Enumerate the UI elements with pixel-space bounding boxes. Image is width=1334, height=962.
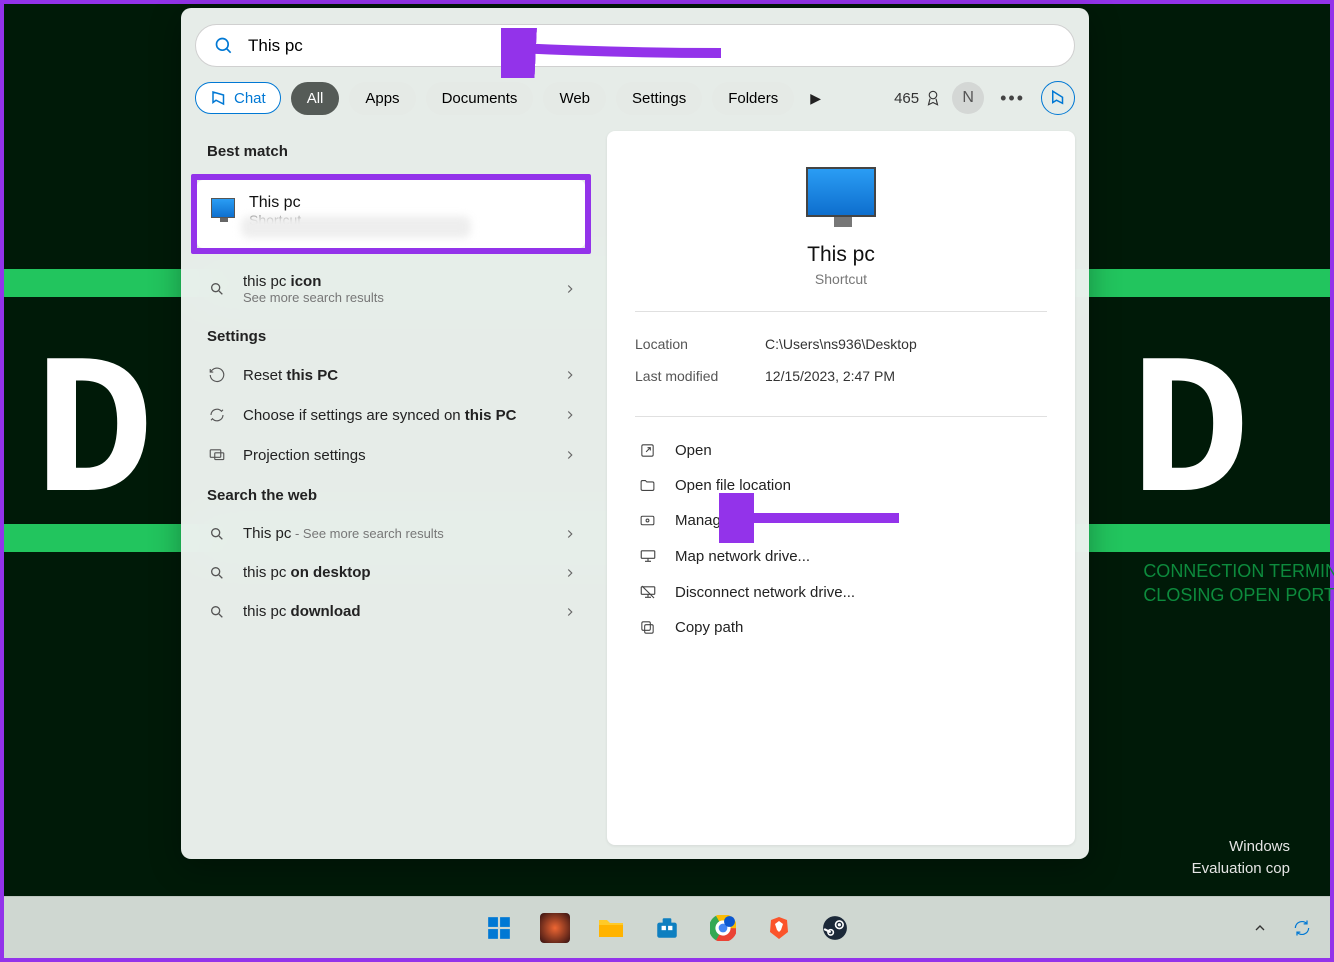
scroll-filters-icon[interactable]: ▶ — [804, 90, 827, 107]
result-this-pc-icon[interactable]: this pc icon See more search results — [193, 262, 591, 316]
action-open-location[interactable]: Open file location — [635, 468, 1047, 503]
filter-settings[interactable]: Settings — [616, 82, 702, 115]
search-icon — [209, 604, 225, 620]
search-icon — [214, 36, 234, 56]
search-bar[interactable] — [195, 24, 1075, 67]
bg-terminal-text: CONNECTION TERMINA CLOSING OPEN PORTS — [1143, 559, 1334, 607]
search-icon — [209, 526, 225, 542]
preview-title: This pc — [635, 243, 1047, 267]
filter-all[interactable]: All — [291, 82, 340, 115]
brave-icon[interactable] — [764, 913, 794, 943]
bing-button[interactable] — [1041, 81, 1075, 115]
copy-icon — [639, 619, 656, 636]
folder-icon — [597, 916, 625, 940]
best-match-result[interactable]: This pc Shortcut — [197, 180, 585, 248]
chrome-icon[interactable] — [708, 913, 738, 943]
action-disconnect-drive[interactable]: Disconnect network drive... — [635, 574, 1047, 610]
sync-icon — [208, 406, 226, 424]
section-best-match: Best match — [193, 131, 591, 170]
divider — [635, 416, 1047, 417]
preview-pane: This pc Shortcut Location C:\Users\ns936… — [607, 131, 1075, 845]
bg-letter-right: D — [1130, 324, 1250, 551]
filter-folders[interactable]: Folders — [712, 82, 794, 115]
user-avatar[interactable]: N — [952, 82, 984, 114]
result-web-desktop[interactable]: this pc on desktop — [193, 553, 591, 592]
microsoft-store-icon[interactable] — [652, 913, 682, 943]
chevron-right-icon — [563, 368, 577, 382]
action-open[interactable]: Open — [635, 433, 1047, 468]
file-explorer-icon[interactable] — [596, 913, 626, 943]
this-pc-icon — [211, 198, 235, 218]
result-projection[interactable]: Projection settings — [193, 435, 591, 475]
windows-icon — [486, 915, 512, 941]
folder-icon — [639, 477, 656, 494]
search-icon — [209, 281, 225, 297]
result-reset-pc[interactable]: Reset this PC — [193, 355, 591, 395]
tray-chevron-icon[interactable] — [1252, 920, 1268, 936]
action-map-drive[interactable]: Map network drive... — [635, 538, 1047, 574]
filter-chat[interactable]: Chat — [195, 82, 281, 114]
projection-icon — [208, 446, 226, 464]
onedrive-sync-icon[interactable] — [1292, 918, 1312, 938]
filter-documents[interactable]: Documents — [426, 82, 534, 115]
divider — [635, 311, 1047, 312]
steam-icon[interactable] — [820, 913, 850, 943]
chevron-right-icon — [563, 566, 577, 580]
brave-browser-icon — [767, 915, 791, 941]
disconnect-drive-icon — [639, 583, 657, 601]
best-match-title: This pc — [249, 194, 301, 212]
more-icon[interactable]: ••• — [994, 88, 1031, 109]
preview-subtitle: Shortcut — [635, 271, 1047, 287]
search-icon — [209, 565, 225, 581]
browser-icon — [710, 915, 736, 941]
search-input[interactable] — [248, 36, 1056, 56]
rewards-points[interactable]: 465 — [894, 89, 942, 107]
meta-modified: Last modified 12/15/2023, 2:47 PM — [635, 360, 1047, 392]
results-column: Best match This pc Shortcut this pc icon… — [181, 127, 603, 859]
bing-chat-icon — [210, 89, 228, 107]
result-sync-settings[interactable]: Choose if settings are synced on this PC — [193, 395, 591, 435]
chevron-right-icon — [563, 605, 577, 619]
action-copy-path[interactable]: Copy path — [635, 610, 1047, 645]
store-icon — [654, 915, 680, 941]
start-button[interactable] — [484, 913, 514, 943]
manage-icon — [639, 512, 656, 529]
chevron-right-icon — [563, 408, 577, 422]
chevron-right-icon — [563, 448, 577, 462]
chevron-right-icon — [563, 282, 577, 296]
this-pc-icon-large — [806, 167, 876, 217]
meta-location: Location C:\Users\ns936\Desktop — [635, 328, 1047, 360]
chevron-right-icon — [563, 527, 577, 541]
bg-letter-left: D — [34, 324, 164, 551]
result-web-download[interactable]: this pc download — [193, 592, 591, 631]
annotation-highlight: This pc Shortcut — [191, 174, 591, 254]
taskbar[interactable] — [4, 896, 1330, 958]
rewards-icon — [924, 89, 942, 107]
bing-icon — [1049, 89, 1067, 107]
section-search-web: Search the web — [193, 475, 591, 514]
windows-search-panel: Chat All Apps Documents Web Settings Fol… — [181, 8, 1089, 859]
filter-apps[interactable]: Apps — [349, 82, 415, 115]
action-manage[interactable]: Manage — [635, 503, 1047, 538]
reset-icon — [208, 366, 226, 384]
steam-app-icon — [822, 915, 848, 941]
map-drive-icon — [639, 547, 657, 565]
result-web-thispc[interactable]: This pc - See more search results — [193, 514, 591, 553]
blurred-region — [241, 216, 471, 238]
filter-row: Chat All Apps Documents Web Settings Fol… — [181, 67, 1089, 127]
open-icon — [639, 442, 656, 459]
windows-watermark: Windows Evaluation cop — [1192, 836, 1290, 880]
filter-web[interactable]: Web — [543, 82, 606, 115]
section-settings: Settings — [193, 316, 591, 355]
taskbar-app-1[interactable] — [540, 913, 570, 943]
